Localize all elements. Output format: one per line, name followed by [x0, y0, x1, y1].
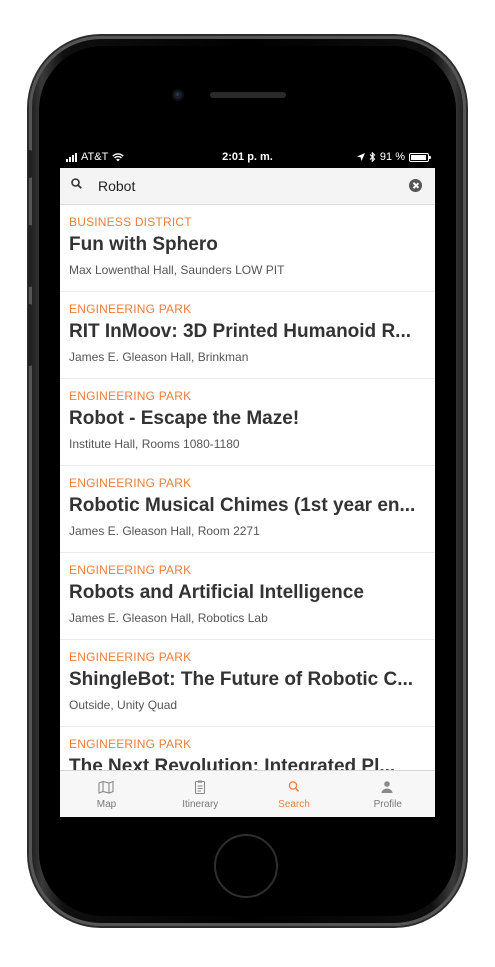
result-category: ENGINEERING PARK	[69, 389, 192, 403]
map-icon	[98, 780, 114, 794]
tab-search[interactable]: Search	[248, 771, 341, 817]
tab-map[interactable]: Map	[60, 771, 153, 817]
search-results-list: BUSINESS DISTRICT Fun with Sphero Max Lowe…	[60, 205, 435, 770]
volume-up-button	[28, 225, 32, 287]
tab-bar: Map Itinerary Search Profile	[60, 770, 435, 817]
search-icon	[288, 781, 299, 792]
result-title: Robotic Musical Chimes (1st year en...	[69, 495, 416, 516]
bluetooth-icon	[369, 152, 376, 162]
result-category: BUSINESS DISTRICT	[69, 215, 192, 229]
tab-label: Profile	[373, 799, 402, 810]
search-icon	[71, 178, 82, 189]
tab-label: Itinerary	[182, 799, 219, 810]
earpiece-speaker	[210, 92, 286, 98]
clear-search-icon[interactable]	[409, 179, 422, 192]
home-button[interactable]	[214, 834, 278, 898]
result-location: Institute Hall, Rooms 1080-1180	[69, 437, 240, 451]
result-location: Outside, Unity Quad	[69, 698, 178, 712]
result-title: RIT InMoov: 3D Printed Humanoid R...	[69, 321, 411, 342]
result-category: ENGINEERING PARK	[69, 302, 192, 316]
result-category: ENGINEERING PARK	[69, 737, 192, 751]
tab-label: Search	[278, 799, 310, 810]
result-category: ENGINEERING PARK	[69, 650, 192, 664]
result-title: ShingleBot: The Future of Robotic C...	[69, 669, 414, 690]
result-category: ENGINEERING PARK	[69, 476, 192, 490]
result-title: Fun with Sphero	[69, 234, 218, 255]
status-bar: AT&T 2:01 p. m. 91 %	[60, 148, 435, 168]
result-title: Robot - Escape the Maze!	[69, 408, 300, 429]
result-row[interactable]: ENGINEERING PARK RIT InMoov: 3D Printed H…	[60, 292, 435, 379]
battery-icon	[409, 152, 431, 162]
mute-switch	[28, 150, 32, 178]
location-arrow-icon	[356, 153, 365, 161]
result-location: Max Lowenthal Hall, Saunders LOW PIT	[69, 263, 285, 277]
search-input[interactable]	[98, 176, 398, 196]
status-right: 91 %	[356, 151, 431, 163]
result-row[interactable]: ENGINEERING PARK ShingleBot: The Future o…	[60, 640, 435, 727]
result-row[interactable]: BUSINESS DISTRICT Fun with Sphero Max Lowe…	[60, 205, 435, 292]
result-location: James E. Gleason Hall, Robotics Lab	[69, 611, 268, 625]
tab-itinerary[interactable]: Itinerary	[154, 771, 247, 817]
search-bar	[60, 168, 435, 205]
tab-profile[interactable]: Profile	[341, 771, 434, 817]
result-row[interactable]: ENGINEERING PARK The Next Revolution: Int…	[60, 727, 435, 770]
result-row[interactable]: ENGINEERING PARK Robots and Artificial In…	[60, 553, 435, 640]
battery-level-fill	[411, 154, 426, 160]
app-screen: AT&T 2:01 p. m. 91 % Robot BUSINESS DIST…	[60, 148, 435, 817]
result-row[interactable]: ENGINEERING PARK Robot - Escape the Maze!…	[60, 379, 435, 466]
result-title: The Next Revolution: Integrated Pl...	[69, 756, 396, 770]
clipboard-icon	[194, 780, 205, 794]
result-title: Robots and Artificial Intelligence	[69, 582, 364, 603]
result-location: James E. Gleason Hall, Room 2271	[69, 524, 260, 538]
result-location: James E. Gleason Hall, Brinkman	[69, 350, 249, 364]
tab-label: Map	[96, 799, 117, 810]
battery-percent: 91 %	[379, 151, 405, 163]
volume-down-button	[28, 304, 32, 366]
front-camera	[172, 89, 184, 101]
result-category: ENGINEERING PARK	[69, 563, 192, 577]
person-icon	[381, 781, 393, 793]
result-row[interactable]: ENGINEERING PARK Robotic Musical Chimes (…	[60, 466, 435, 553]
